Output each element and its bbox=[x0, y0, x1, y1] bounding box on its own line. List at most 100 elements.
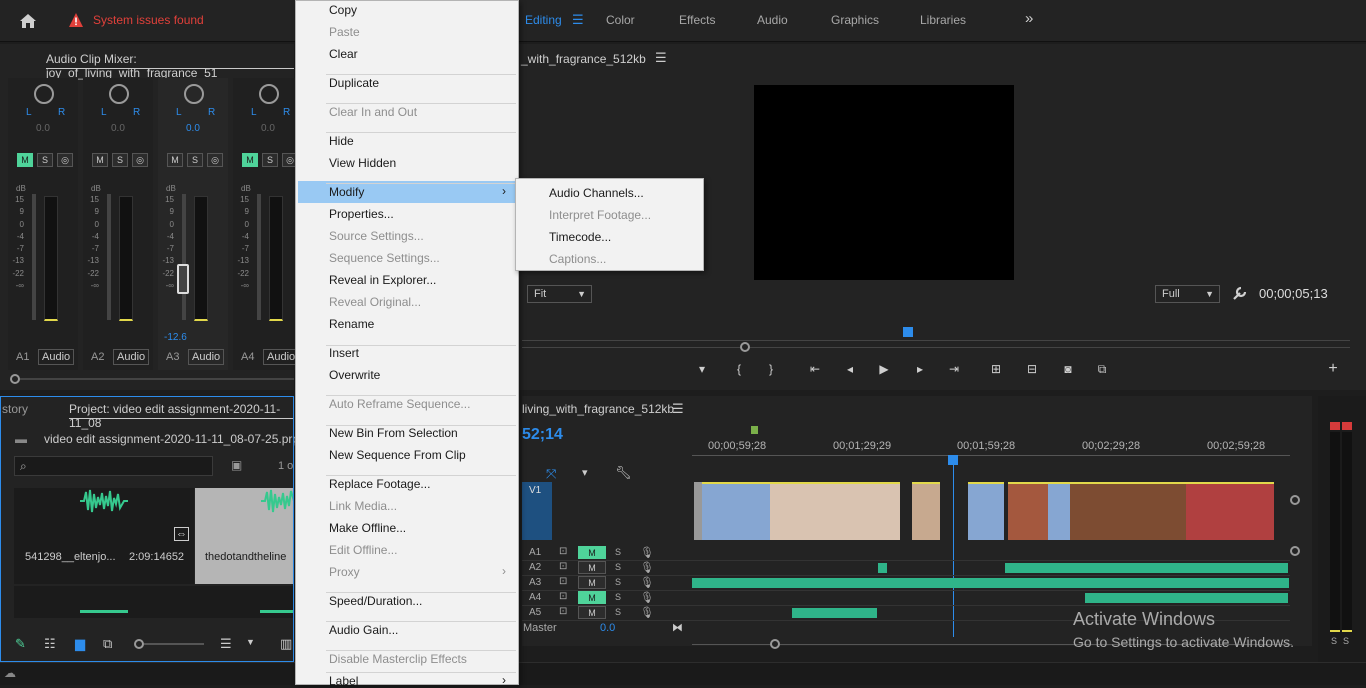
solo-right[interactable]: S bbox=[1343, 636, 1349, 646]
timeline-timecode[interactable]: 52;14 bbox=[522, 426, 563, 444]
menu-item-properties[interactable]: Properties... bbox=[329, 207, 394, 221]
audio-clip[interactable] bbox=[692, 578, 1289, 588]
system-issues-link[interactable]: System issues found bbox=[93, 13, 204, 27]
sort-icon[interactable]: ☰ bbox=[220, 636, 232, 652]
submenu-item-audio-channels[interactable]: Audio Channels... bbox=[549, 186, 644, 200]
program-timecode[interactable]: 00;00;05;13 bbox=[1259, 286, 1328, 301]
vertical-scroll-handle[interactable] bbox=[1290, 546, 1300, 556]
track-solo-button[interactable]: S bbox=[615, 577, 621, 587]
master-value[interactable]: 0.0 bbox=[600, 622, 615, 634]
menu-item-view-hidden[interactable]: View Hidden bbox=[329, 156, 396, 170]
menu-item-audio-gain[interactable]: Audio Gain... bbox=[329, 623, 398, 637]
step-forward-icon[interactable]: ▸ bbox=[913, 362, 927, 376]
track-solo-button[interactable]: S bbox=[615, 592, 621, 602]
menu-item-modify[interactable]: Modify bbox=[329, 185, 364, 199]
add-marker-icon[interactable]: ▾ bbox=[695, 362, 709, 376]
audio-clip[interactable] bbox=[1005, 563, 1288, 573]
work-area-marker[interactable] bbox=[751, 426, 758, 434]
lift-icon[interactable]: ⊞ bbox=[989, 362, 1003, 376]
video-clip[interactable] bbox=[1008, 482, 1048, 540]
project-item-row[interactable] bbox=[14, 586, 294, 618]
submenu-item-interpret-footage[interactable]: Interpret Footage... bbox=[549, 208, 651, 222]
mixer-scrollbar[interactable] bbox=[20, 378, 294, 380]
project-tab[interactable]: Project: video edit assignment-2020-11-1… bbox=[69, 402, 294, 430]
audio-clip[interactable] bbox=[1085, 593, 1288, 603]
video-clip[interactable] bbox=[770, 482, 900, 540]
volume-fader[interactable] bbox=[177, 264, 189, 294]
menu-item-new-bin-from-selection[interactable]: New Bin From Selection bbox=[329, 426, 458, 440]
track-mute-button[interactable]: M bbox=[578, 576, 606, 589]
record-button[interactable]: ◎ bbox=[207, 153, 223, 167]
go-to-in-icon[interactable]: ⇤ bbox=[808, 362, 822, 376]
menu-item-link-media[interactable]: Link Media... bbox=[329, 499, 397, 513]
sync-lock-icon[interactable]: ⊡ bbox=[559, 561, 567, 572]
project-item-audio[interactable]: ⇔ 541298__eltenjo... 2:09:14652 bbox=[14, 488, 194, 584]
panel-menu-icon[interactable]: ☰ bbox=[655, 50, 667, 66]
timeline-playhead[interactable] bbox=[948, 455, 958, 465]
wrench-icon[interactable]: 🔧︎ bbox=[615, 465, 632, 481]
sync-lock-icon[interactable]: ⊡ bbox=[559, 606, 567, 617]
solo-button[interactable]: S bbox=[112, 153, 128, 167]
project-item-video[interactable]: thedotandtheline bbox=[195, 488, 294, 584]
pan-knob[interactable] bbox=[34, 84, 54, 104]
video-clip[interactable] bbox=[702, 482, 770, 540]
fader-track[interactable] bbox=[107, 194, 111, 320]
program-tab[interactable]: _with_fragrance_512kb bbox=[521, 52, 646, 66]
sync-lock-icon[interactable]: ⊡ bbox=[559, 591, 567, 602]
home-icon[interactable] bbox=[18, 11, 38, 31]
menu-item-edit-offline[interactable]: Edit Offline... bbox=[329, 543, 397, 557]
audio-track-header-a4[interactable]: A4 ⊡ M S 🎙︎ bbox=[522, 591, 692, 605]
microphone-icon[interactable]: 🎙︎ bbox=[640, 561, 654, 574]
mark-out-icon[interactable]: } bbox=[764, 362, 778, 376]
play-icon[interactable]: ▶ bbox=[877, 362, 891, 376]
pan-knob[interactable] bbox=[184, 84, 204, 104]
cloud-icon[interactable]: ☁ bbox=[4, 666, 16, 680]
menu-item-sequence-settings[interactable]: Sequence Settings... bbox=[329, 251, 440, 265]
fit-dropdown[interactable]: Fit ▼ bbox=[527, 285, 592, 303]
submenu-item-captions[interactable]: Captions... bbox=[549, 252, 606, 266]
audio-track-header-a2[interactable]: A2 ⊡ M S 🎙︎ bbox=[522, 561, 692, 575]
fader-track[interactable] bbox=[182, 194, 186, 320]
panel-menu-icon[interactable]: ☰ bbox=[672, 401, 684, 417]
pencil-icon[interactable]: ✎ bbox=[15, 636, 26, 652]
resolution-dropdown[interactable]: Full ▼ bbox=[1155, 285, 1220, 303]
pan-knob[interactable] bbox=[259, 84, 279, 104]
solo-left[interactable]: S bbox=[1331, 636, 1337, 646]
menu-item-replace-footage[interactable]: Replace Footage... bbox=[329, 477, 430, 491]
audio-track-header-a3[interactable]: A3 ⊡ M S 🎙︎ bbox=[522, 576, 692, 590]
solo-button[interactable]: S bbox=[187, 153, 203, 167]
pan-value[interactable]: 0.0 bbox=[186, 123, 200, 134]
menu-item-disable-masterclip-effects[interactable]: Disable Masterclip Effects bbox=[329, 652, 467, 666]
add-marker-icon[interactable]: ▾ bbox=[582, 466, 588, 479]
track-mute-button[interactable]: M bbox=[578, 546, 606, 559]
list-view-icon[interactable]: ☷ bbox=[44, 636, 56, 652]
timeline-tab[interactable]: living_with_fragrance_512kb bbox=[522, 402, 674, 416]
menu-item-proxy[interactable]: Proxy bbox=[329, 565, 360, 579]
audio-clip[interactable] bbox=[792, 608, 877, 618]
solo-button[interactable]: S bbox=[37, 153, 53, 167]
mixer-scroll-handle[interactable] bbox=[10, 374, 20, 384]
menu-item-source-settings[interactable]: Source Settings... bbox=[329, 229, 424, 243]
more-workspaces-icon[interactable]: » bbox=[1025, 10, 1033, 27]
history-tab[interactable]: story bbox=[2, 402, 28, 416]
track-solo-button[interactable]: S bbox=[615, 547, 621, 557]
track-solo-button[interactable]: S bbox=[615, 607, 621, 617]
microphone-icon[interactable]: 🎙︎ bbox=[640, 576, 654, 589]
go-to-out-icon[interactable]: ⇥ bbox=[947, 362, 961, 376]
warning-icon[interactable] bbox=[68, 12, 84, 28]
timeline-scroll-handle[interactable] bbox=[770, 639, 780, 649]
sync-lock-icon[interactable]: ⊡ bbox=[559, 576, 567, 587]
solo-button[interactable]: S bbox=[262, 153, 278, 167]
microphone-icon[interactable]: 🎙︎ bbox=[640, 546, 654, 559]
zoom-slider-handle[interactable] bbox=[134, 639, 144, 649]
video-clip[interactable] bbox=[912, 482, 940, 540]
extract-icon[interactable]: ⊟ bbox=[1025, 362, 1039, 376]
menu-item-clear[interactable]: Clear bbox=[329, 47, 358, 61]
zoom-slider[interactable] bbox=[144, 643, 204, 645]
freeform-view-icon[interactable]: ⧉ bbox=[103, 636, 112, 652]
pan-knob[interactable] bbox=[109, 84, 129, 104]
menu-item-reveal-original[interactable]: Reveal Original... bbox=[329, 295, 421, 309]
program-scrub-ruler[interactable] bbox=[522, 340, 1350, 348]
workspace-tab-libraries[interactable]: Libraries bbox=[920, 13, 966, 27]
menu-item-duplicate[interactable]: Duplicate bbox=[329, 76, 379, 90]
